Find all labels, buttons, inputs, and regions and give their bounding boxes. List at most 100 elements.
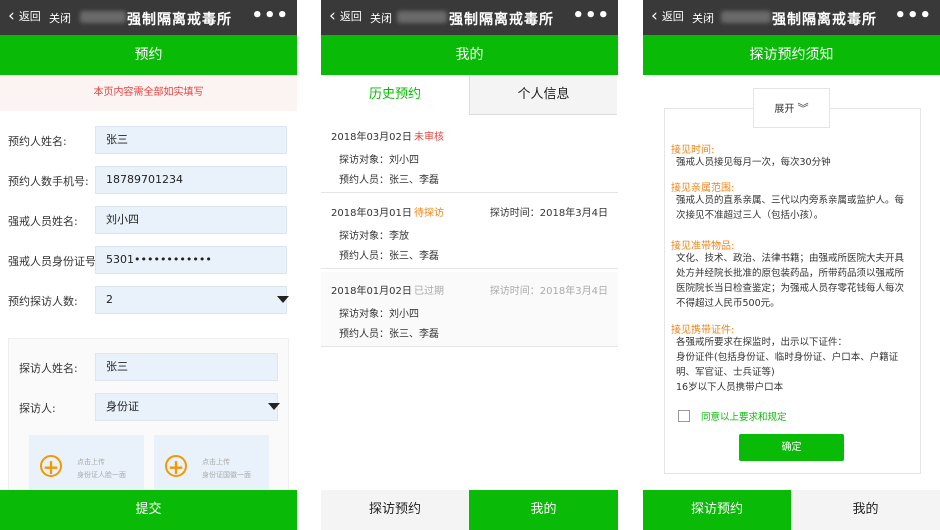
- nav-mine[interactable]: 我的: [469, 490, 618, 530]
- page-title: 预约: [0, 35, 297, 75]
- tab-personal-info[interactable]: 个人信息: [469, 75, 617, 115]
- bottom-nav: 探访预约 我的: [643, 490, 940, 530]
- window-title: 强制隔离戒毒所: [772, 12, 877, 28]
- back-label: 返回: [18, 10, 41, 23]
- more-icon[interactable]: •••: [894, 5, 932, 26]
- chevron-left-icon: ‹: [329, 6, 336, 26]
- visit-time: 探访时间：2018年3月4日: [489, 208, 608, 219]
- back-button[interactable]: ‹ 返回: [329, 6, 362, 26]
- upload-hint: 身份证人脸一面: [77, 471, 126, 479]
- appointment-record[interactable]: 2018年01月02日 已过期 探访时间：2018年3月4日 探访对象：刘小四 …: [321, 272, 618, 347]
- chevron-left-icon: ‹: [8, 6, 15, 26]
- appointment-record[interactable]: 2018年03月01日 待探访 探访时间：2018年3月4日 探访对象：李放 预…: [321, 194, 618, 269]
- close-button[interactable]: 关闭: [370, 10, 392, 26]
- upload-label: 点击上传: [202, 458, 230, 466]
- record-people: 预约人员：张三、李磊: [339, 329, 439, 340]
- close-button[interactable]: 关闭: [692, 10, 714, 26]
- section-body: 各强戒所要求在探监时，出示以下证件： 身份证件(包括身份证、临时身份证、户口本、…: [676, 337, 899, 393]
- detainee-name-input[interactable]: 刘小四: [95, 206, 287, 234]
- form-row-id: 强戒人员身份证号: 5301••••••••••••: [0, 240, 297, 280]
- section-title: 接见准带物品:: [671, 241, 735, 252]
- section-title: 接见时间:: [671, 145, 715, 156]
- top-bar: ‹ 返回 关闭 强制隔离戒毒所 •••: [643, 0, 940, 35]
- close-button[interactable]: 关闭: [49, 10, 71, 26]
- field-label: 预约人姓名:: [8, 135, 67, 148]
- section-title: 接见亲属范围:: [671, 183, 735, 194]
- upload-hint: 身份证国徽一面: [202, 471, 251, 479]
- field-label: 强戒人员身份证号:: [8, 255, 100, 268]
- bottom-nav: 探访预约 我的: [321, 490, 618, 530]
- record-people: 预约人员：张三、李磊: [339, 175, 439, 186]
- record-target: 探访对象：刘小四: [339, 155, 419, 166]
- blurred-region: [721, 11, 771, 23]
- blurred-region: [80, 11, 126, 23]
- field-label: 探访人姓名:: [19, 362, 78, 375]
- agree-checkbox[interactable]: [678, 410, 690, 422]
- phone-input[interactable]: 18789701234: [95, 166, 287, 194]
- form-row-count: 预约探访人数: 2: [0, 280, 297, 320]
- visit-time: 探访时间：2018年3月4日: [489, 286, 608, 297]
- appointment-screen: ‹ 返回 关闭 强制隔离戒毒所 ••• 预约 本页内容需全部如实填写 预约人姓名…: [0, 0, 297, 530]
- tab-history[interactable]: 历史预约: [321, 75, 469, 115]
- expand-label: 展开: [774, 104, 795, 115]
- chevron-down-icon: ︾: [797, 102, 809, 115]
- field-label: 探访人:: [19, 402, 56, 415]
- upload-label: 点击上传: [77, 458, 105, 466]
- more-icon[interactable]: •••: [251, 5, 289, 26]
- nav-mine[interactable]: 我的: [791, 490, 940, 530]
- record-target: 探访对象：刘小四: [339, 309, 419, 320]
- section-body: 强戒人员的直系亲属、三代以内旁系亲属或监护人。每次接见不准超过三人（包括小孩）。: [676, 195, 905, 221]
- record-date: 2018年03月02日: [331, 132, 412, 143]
- id-number-input[interactable]: 5301••••••••••••: [95, 246, 287, 274]
- chevron-left-icon: ‹: [651, 6, 658, 26]
- expand-button[interactable]: 展开 ︾: [753, 88, 830, 128]
- status-badge: 待探访: [414, 208, 444, 219]
- plus-icon: +: [165, 455, 187, 477]
- form-row-detainee-name: 强戒人员姓名: 刘小四: [0, 200, 297, 240]
- top-bar: ‹ 返回 关闭 强制隔离戒毒所 •••: [321, 0, 618, 35]
- field-label: 强戒人员姓名:: [8, 215, 78, 228]
- fill-notice: 本页内容需全部如实填写: [0, 75, 297, 111]
- blurred-region: [397, 11, 447, 23]
- status-badge: 未审核: [414, 132, 444, 143]
- record-date: 2018年03月01日: [331, 208, 412, 219]
- top-bar: ‹ 返回 关闭 强制隔离戒毒所 •••: [0, 0, 297, 35]
- visitor-count-select[interactable]: 2: [95, 286, 287, 314]
- visitor-type-row: 探访人: 身份证: [9, 387, 288, 427]
- nav-visit-appointment[interactable]: 探访预约: [321, 490, 469, 530]
- appointer-name-input[interactable]: 张三: [95, 126, 287, 154]
- id-type-select[interactable]: 身份证: [95, 393, 278, 421]
- section-body: 文化、技术、政治、法律书籍；由强戒所医院大夫开具处方并经院长批准的原包装药品，所…: [676, 253, 905, 309]
- window-title: 强制隔离戒毒所: [449, 12, 554, 28]
- page-title: 探访预约须知: [643, 35, 940, 75]
- plus-icon: +: [40, 455, 62, 477]
- field-label: 预约人数手机号:: [8, 175, 89, 188]
- back-label: 返回: [661, 10, 684, 23]
- record-target: 探访对象：李放: [339, 231, 409, 242]
- back-label: 返回: [339, 10, 362, 23]
- section-title: 接见携带证件:: [671, 325, 735, 336]
- visit-notice-screen: ‹ 返回 关闭 强制隔离戒毒所 ••• 探访预约须知 展开 ︾ 接见时间: 强戒…: [643, 0, 940, 530]
- dropdown-arrow-icon[interactable]: [268, 403, 280, 410]
- agree-label[interactable]: 同意以上要求和规定: [701, 409, 787, 423]
- dropdown-arrow-icon[interactable]: [277, 296, 289, 303]
- my-screen: ‹ 返回 关闭 强制隔离戒毒所 ••• 我的 历史预约 个人信息 2018年03…: [321, 0, 618, 530]
- visitor-name-input[interactable]: 张三: [95, 353, 278, 381]
- visitor-name-row: 探访人姓名: 张三: [9, 347, 288, 387]
- page-title: 我的: [321, 35, 618, 75]
- nav-visit-appointment[interactable]: 探访预约: [643, 490, 791, 530]
- submit-button[interactable]: 提交: [0, 490, 297, 530]
- confirm-button[interactable]: 确定: [739, 434, 844, 461]
- tab-bar: 历史预约 个人信息: [321, 75, 618, 115]
- form-row-name: 预约人姓名: 张三: [0, 120, 297, 160]
- back-button[interactable]: ‹ 返回: [651, 6, 684, 26]
- form-row-phone: 预约人数手机号: 18789701234: [0, 160, 297, 200]
- appointment-record[interactable]: 2018年03月02日 未审核 探访对象：刘小四 预约人员：张三、李磊: [321, 118, 618, 193]
- window-title: 强制隔离戒毒所: [127, 12, 232, 28]
- more-icon[interactable]: •••: [572, 5, 610, 26]
- record-date: 2018年01月02日: [331, 286, 412, 297]
- section-body: 强戒人员接见每月一次，每次30分钟: [676, 157, 831, 168]
- back-button[interactable]: ‹ 返回: [8, 6, 41, 26]
- status-badge: 已过期: [414, 286, 444, 297]
- record-people: 预约人员：张三、李磊: [339, 251, 439, 262]
